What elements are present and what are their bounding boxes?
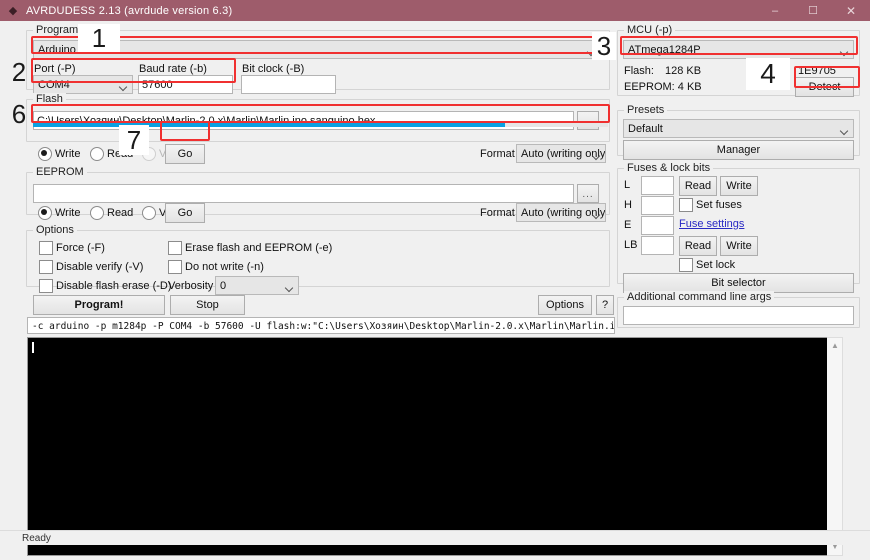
fuse-lb-write-button[interactable]: Write [720,236,758,256]
program-button[interactable]: Program! [33,295,165,315]
set-lock-checkbox[interactable]: Set lock [679,258,735,272]
fuse-lb-read-button[interactable]: Read [679,236,717,256]
eeprom-browse-button[interactable]: ... [577,184,599,203]
eeprom-group-label: EEPROM [33,166,87,178]
help-button[interactable]: ? [596,295,614,315]
fuse-lb-input[interactable] [641,236,674,255]
minimize-button[interactable]: – [756,0,794,21]
eeprom-format-label: Format [480,207,515,219]
force-checkbox[interactable]: Force (-F) [39,241,105,255]
verbosity-select[interactable]: 0 [215,276,299,295]
flash-write-radio[interactable]: Write [38,147,80,161]
fuse-l-write-button[interactable]: Write [720,176,758,196]
flash-format-label: Format [480,148,515,160]
app-diamond-icon: ◆ [8,5,18,17]
stop-button[interactable]: Stop [170,295,245,315]
detect-button[interactable]: Detect [795,77,854,97]
presets-select[interactable]: Default [623,119,854,138]
fuse-l-input[interactable] [641,176,674,195]
close-button[interactable]: ✕ [832,0,870,21]
flash-group-label: Flash [33,93,66,105]
set-fuses-checkbox[interactable]: Set fuses [679,198,742,212]
eeprom-format-select[interactable]: Auto (writing only) [516,203,606,222]
eeprom-size-value: EEPROM: 4 KB [624,81,702,93]
status-bar: Ready [0,530,870,545]
annotation-step-6: 6 [11,99,27,129]
annotation-step-2: 2 [11,57,27,87]
fuse-e-input[interactable] [641,216,674,235]
erase-flash-eeprom-checkbox[interactable]: Erase flash and EEPROM (-e) [168,241,332,255]
baud-rate-label: Baud rate (-b) [139,63,207,75]
extra-args-input[interactable] [623,306,854,325]
disable-flash-erase-checkbox[interactable]: Disable flash erase (-D) [39,279,172,293]
annotation-step-3: 3 [592,32,616,60]
flash-file-input[interactable]: C:\Users\Хозяин\Desktop\Marlin-2.0.x\Mar… [33,111,574,130]
fuse-lb-label: LB [624,239,638,251]
console-caret [32,342,34,353]
presets-group: Presets Default Manager [617,104,860,160]
fuse-h-label: H [624,199,632,211]
options-button[interactable]: Options [538,295,592,315]
fuse-h-input[interactable] [641,196,674,215]
scroll-up-icon[interactable]: ▲ [827,338,843,354]
window-title: AVRDUDESS 2.13 (avrdude version 6.3) [26,4,233,17]
mcu-select[interactable]: ATmega1284P [623,40,854,59]
eeprom-file-input[interactable] [33,184,574,203]
port-label: Port (-P) [34,63,76,75]
options-group-label: Options [33,224,77,236]
flash-size-value: 128 KB [665,65,702,77]
mcu-group: MCU (-p) ATmega1284P Flash: 128 KB 1E970… [617,24,860,97]
options-group: Options Force (-F) Disable verify (-V) D… [26,224,610,295]
main-window-body: Programmer (-c) Arduino Port (-P) COM4 B… [0,21,870,556]
fuse-l-read-button[interactable]: Read [679,176,717,196]
verbosity-label: Verbosity [168,280,214,292]
fuse-l-label: L [624,179,631,191]
console-scrollbar[interactable]: ▲ ▼ [827,337,843,556]
flash-group: Flash C:\Users\Хозяин\Desktop\Marlin-2.0… [26,93,610,142]
fuses-group-label: Fuses & lock bits [624,162,714,174]
eeprom-write-radio[interactable]: Write [38,206,80,220]
baud-rate-input[interactable]: 57600 [138,75,233,94]
bit-clock-input[interactable] [241,75,336,94]
fuses-group: Fuses & lock bits L Read Write H Set fus… [617,162,860,293]
disable-verify-checkbox[interactable]: Disable verify (-V) [39,260,143,274]
annotation-step-1: 1 [78,24,120,52]
annotation-step-7: 7 [119,125,149,155]
output-console[interactable] [27,337,843,556]
bit-selector-button[interactable]: Bit selector [623,273,854,293]
mcu-signature: 1E9705 [798,65,836,77]
flash-browse-button[interactable]: ... [577,111,599,130]
mcu-group-label: MCU (-p) [624,24,676,36]
eeprom-go-button[interactable]: Go [165,203,205,223]
fuse-e-label: E [624,219,632,231]
flash-go-button[interactable]: Go [165,144,205,164]
window-titlebar: ◆ AVRDUDESS 2.13 (avrdude version 6.3) –… [0,0,870,21]
extra-args-group-label: Additional command line args [624,291,775,303]
flash-format-select[interactable]: Auto (writing only) [516,144,606,163]
do-not-write-checkbox[interactable]: Do not write (-n) [168,260,264,274]
port-select[interactable]: COM4 [33,75,133,94]
annotation-step-4: 4 [746,58,790,90]
preset-manager-button[interactable]: Manager [623,140,854,160]
extra-args-group: Additional command line args [617,291,860,328]
maximize-button[interactable]: ☐ [794,0,832,21]
eeprom-read-radio[interactable]: Read [90,206,133,220]
fuse-settings-link[interactable]: Fuse settings [679,218,744,230]
command-line-input[interactable]: -c arduino -p m1284p -P COM4 -b 57600 -U… [27,317,615,334]
presets-group-label: Presets [624,104,668,116]
bit-clock-label: Bit clock (-B) [242,63,305,75]
flash-size-label: Flash: [624,65,654,77]
